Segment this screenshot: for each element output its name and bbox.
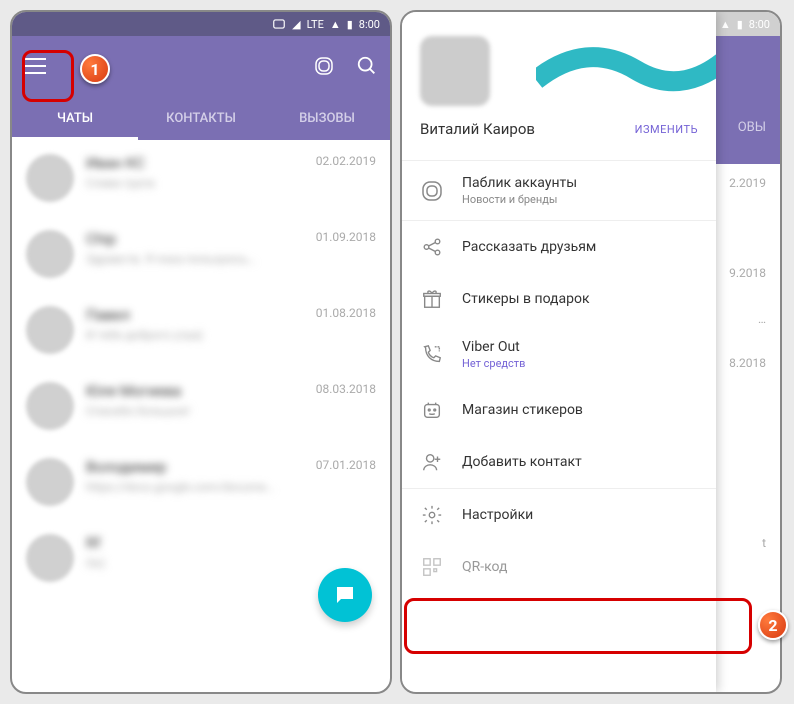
- chat-row[interactable]: Юля МогиеваСпасибо большое! 08.03.2018: [12, 368, 390, 444]
- add-contact-icon: [420, 450, 444, 474]
- drawer-item-qr[interactable]: QR-код: [402, 541, 716, 593]
- chat-row[interactable]: Иван КССлава група 02.02.2019: [12, 140, 390, 216]
- signal-icon: ▲: [330, 18, 341, 31]
- drawer-header: Виталий Каиров ИЗМЕНИТЬ: [402, 12, 716, 160]
- lte-label: LTE: [307, 18, 324, 31]
- tab-calls[interactable]: ВЫЗОВЫ: [264, 96, 390, 140]
- avatar: [26, 230, 74, 278]
- chat-row[interactable]: Володимирhttps://docs.google.com/docume……: [12, 444, 390, 520]
- chat-bubble-icon: [333, 583, 357, 607]
- drawer-item-sticker-store[interactable]: Магазин стикеров: [402, 384, 716, 436]
- battery-icon: ▮: [347, 18, 353, 31]
- annotation-badge-1: 1: [80, 54, 110, 84]
- status-bar: ◢ LTE ▲ ▮ 8:00: [12, 12, 390, 36]
- chat-date: 08.03.2018: [316, 382, 376, 396]
- gift-icon: [420, 287, 444, 311]
- annotation-badge-2: 2: [758, 610, 788, 640]
- tab-contacts[interactable]: КОНТАКТЫ: [138, 96, 264, 140]
- tab-chats[interactable]: ЧАТЫ: [12, 96, 138, 140]
- chat-date: 01.09.2018: [316, 230, 376, 244]
- screenshot-right: ◢ LTE ▲ ▮ 8:00 ОВЫ 2.2019 9.2018 … 8.201…: [400, 10, 782, 694]
- status-time: 8:00: [359, 18, 380, 31]
- share-icon: [420, 235, 444, 259]
- viber-logo-icon[interactable]: [312, 54, 336, 78]
- drawer-item-public-accounts[interactable]: Паблик аккаунты Новости и бренды: [402, 161, 716, 220]
- drawer-item-share[interactable]: Рассказать друзьям: [402, 221, 716, 273]
- chat-row[interactable]: ChipЗдравств. Я пока пользуюсь… 01.09.20…: [12, 216, 390, 292]
- avatar: [26, 458, 74, 506]
- sticker-store-icon: [420, 398, 444, 422]
- profile-name: Виталий Каиров: [420, 120, 535, 138]
- chat-date: 01.08.2018: [316, 306, 376, 320]
- qr-icon: [420, 555, 444, 579]
- avatar: [26, 534, 74, 582]
- avatar: [26, 154, 74, 202]
- app-header: [12, 36, 390, 96]
- avatar: [26, 306, 74, 354]
- wave-decoration: [536, 30, 716, 110]
- tabs-bar: ЧАТЫ КОНТАКТЫ ВЫЗОВЫ: [12, 96, 390, 140]
- bg-tab-calls: ОВЫ: [738, 120, 766, 135]
- drawer-item-settings[interactable]: Настройки: [402, 489, 716, 541]
- battery-icon: ▮: [737, 18, 743, 31]
- drawer-item-viber-out[interactable]: Viber Out Нет средств: [402, 325, 716, 384]
- avatar: [26, 382, 74, 430]
- gear-icon: [420, 503, 444, 527]
- new-chat-fab[interactable]: [318, 568, 372, 622]
- chat-indicator-icon: [272, 17, 286, 31]
- navigation-drawer: Виталий Каиров ИЗМЕНИТЬ Паблик аккаунты …: [402, 12, 716, 692]
- profile-avatar[interactable]: [420, 36, 490, 106]
- screenshot-left: ◢ LTE ▲ ▮ 8:00 ЧАТЫ КОНТАКТЫ ВЫЗОВЫ Иван…: [10, 10, 392, 694]
- wifi-icon: ◢: [292, 18, 300, 31]
- menu-button[interactable]: [24, 58, 46, 74]
- search-icon[interactable]: [356, 55, 378, 77]
- public-accounts-icon: [420, 179, 444, 203]
- chat-row[interactable]: ПавелИ тебе доброго утра) 01.08.2018: [12, 292, 390, 368]
- drawer-item-stickers-gift[interactable]: Стикеры в подарок: [402, 273, 716, 325]
- chat-date: 07.01.2018: [316, 458, 376, 472]
- phone-out-icon: [420, 343, 444, 367]
- edit-profile-link[interactable]: ИЗМЕНИТЬ: [635, 123, 698, 136]
- chat-date: 02.02.2019: [316, 154, 376, 168]
- status-time: 8:00: [749, 18, 770, 31]
- chat-list: Иван КССлава група 02.02.2019 ChipЗдравс…: [12, 140, 390, 596]
- signal-icon: ▲: [720, 18, 731, 31]
- drawer-item-add-contact[interactable]: Добавить контакт: [402, 436, 716, 488]
